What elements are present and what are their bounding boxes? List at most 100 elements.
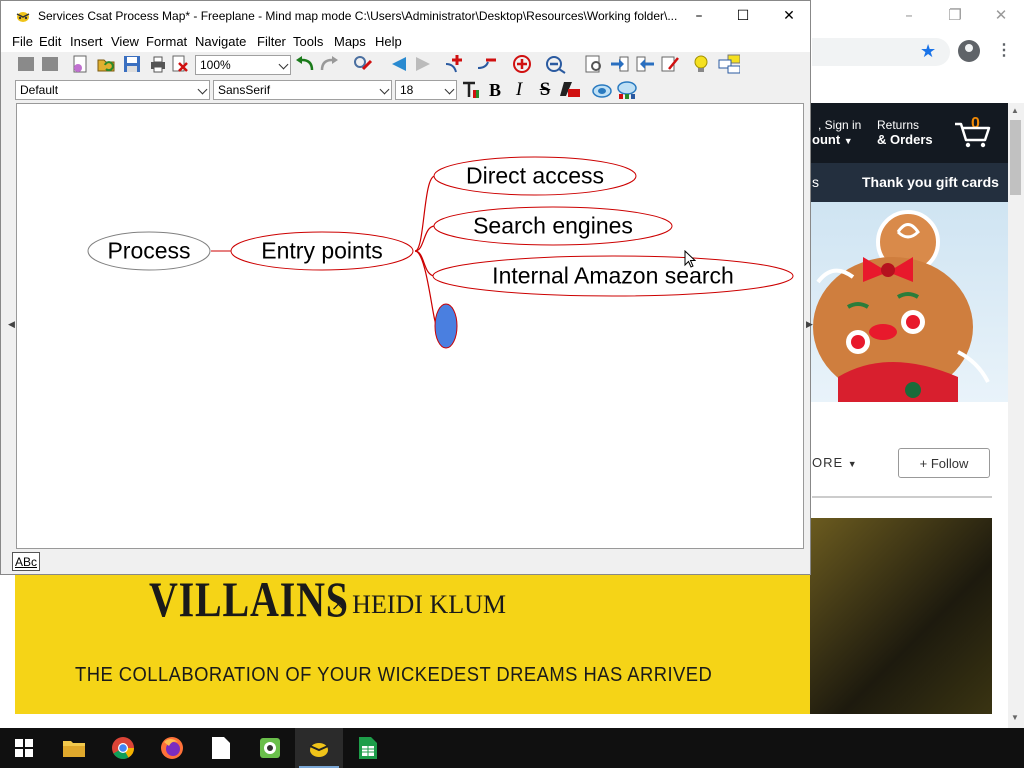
title-bar[interactable]: Services Csat Process Map* - Freeplane -… bbox=[1, 1, 810, 31]
mouse-cursor-icon bbox=[684, 250, 696, 268]
style-value: Default bbox=[20, 83, 59, 97]
menu-tools[interactable]: Tools bbox=[293, 34, 323, 49]
account-label[interactable]: ount ▼ bbox=[812, 132, 853, 147]
minimize-button[interactable]: – bbox=[676, 1, 722, 31]
remove-node-icon[interactable] bbox=[476, 53, 498, 75]
taskbar-chrome[interactable] bbox=[99, 728, 147, 768]
node-search-label[interactable]: Search engines bbox=[473, 213, 633, 240]
close-map-icon[interactable] bbox=[169, 53, 191, 75]
taskbar-spreadsheet[interactable] bbox=[344, 728, 392, 768]
fold-left-icon[interactable] bbox=[388, 53, 410, 75]
browser-restore-button[interactable]: ❐ bbox=[932, 0, 978, 30]
browser-close-button[interactable]: ✕ bbox=[978, 0, 1024, 30]
left-panel-toggle[interactable]: ◀ bbox=[8, 319, 15, 330]
edit-note-icon[interactable] bbox=[659, 53, 681, 75]
node-style-icon[interactable] bbox=[718, 53, 740, 75]
print-icon[interactable] bbox=[147, 53, 169, 75]
browser-minimize-button[interactable]: – bbox=[886, 0, 932, 30]
menu-insert[interactable]: Insert bbox=[70, 34, 103, 49]
menu-filter[interactable]: Filter bbox=[257, 34, 286, 49]
cloud-color-icon[interactable] bbox=[616, 79, 638, 101]
menu-edit[interactable]: Edit bbox=[39, 34, 61, 49]
remove-format-icon[interactable] bbox=[559, 79, 581, 101]
close-button[interactable]: ✕ bbox=[766, 1, 812, 31]
firefox-icon bbox=[161, 737, 183, 759]
page-scrollbar[interactable] bbox=[1008, 103, 1024, 728]
style-select[interactable]: Default bbox=[15, 80, 210, 100]
start-button[interactable] bbox=[0, 728, 48, 768]
taskbar-freeplane[interactable] bbox=[295, 728, 343, 768]
banner-collab: × HEIDI KLUM bbox=[331, 590, 506, 619]
forward-icon[interactable] bbox=[39, 53, 61, 75]
spell-check-icon[interactable]: ABc bbox=[12, 552, 40, 571]
menu-help[interactable]: Help bbox=[375, 34, 402, 49]
follow-button[interactable]: + Follow bbox=[898, 448, 990, 478]
add-child-node-icon[interactable] bbox=[444, 53, 466, 75]
nav-partial-link[interactable]: s bbox=[812, 174, 819, 190]
menu-view[interactable]: View bbox=[111, 34, 139, 49]
node-direct-label[interactable]: Direct access bbox=[466, 163, 604, 190]
open-icon[interactable] bbox=[95, 53, 117, 75]
edge-entry-direct bbox=[414, 175, 436, 252]
format-painter-icon[interactable] bbox=[352, 53, 374, 75]
store-more-label: ORE bbox=[812, 455, 844, 470]
export-icon[interactable] bbox=[609, 53, 631, 75]
freeplane-icon bbox=[309, 743, 329, 757]
mind-map-canvas[interactable]: Process Entry points Direct access Searc… bbox=[16, 103, 804, 549]
right-panel-toggle[interactable]: ▶ bbox=[806, 319, 813, 330]
text-color-icon[interactable] bbox=[460, 79, 482, 101]
maximize-button[interactable]: ☐ bbox=[720, 1, 766, 31]
italic-icon[interactable]: I bbox=[508, 79, 530, 101]
scroll-up-icon[interactable]: ▲ bbox=[1011, 106, 1019, 115]
node-entry-label[interactable]: Entry points bbox=[261, 238, 382, 265]
bold-icon[interactable]: B bbox=[484, 79, 506, 101]
font-size-select[interactable]: 18 bbox=[395, 80, 457, 100]
font-family-select[interactable]: SansSerif bbox=[213, 80, 392, 100]
menu-navigate[interactable]: Navigate bbox=[195, 34, 246, 49]
taskbar-app-green[interactable] bbox=[246, 728, 294, 768]
fold-right-icon[interactable] bbox=[412, 53, 434, 75]
sign-in-label[interactable]: , Sign in bbox=[818, 118, 861, 132]
save-icon[interactable] bbox=[121, 53, 143, 75]
chevron-down-icon bbox=[197, 84, 208, 95]
taskbar-file-explorer[interactable] bbox=[50, 728, 98, 768]
font-size-value: 18 bbox=[400, 83, 414, 97]
chevron-down-icon: ▼ bbox=[843, 136, 853, 146]
scroll-down-icon[interactable]: ▼ bbox=[1011, 713, 1019, 722]
menu-maps[interactable]: Maps bbox=[334, 34, 366, 49]
menu-file[interactable]: File bbox=[12, 34, 33, 49]
node-new-shape[interactable] bbox=[434, 303, 458, 349]
mind-map-graph bbox=[87, 156, 794, 349]
redo-icon[interactable] bbox=[318, 53, 340, 75]
new-map-icon[interactable] bbox=[69, 53, 91, 75]
chrome-icon bbox=[112, 737, 134, 759]
zoom-out-icon[interactable] bbox=[545, 53, 567, 75]
taskbar-notepad[interactable] bbox=[197, 728, 245, 768]
idea-lightbulb-icon[interactable] bbox=[690, 53, 712, 75]
strikethrough-icon[interactable]: S bbox=[534, 79, 556, 101]
node-root-label[interactable]: Process bbox=[107, 238, 190, 265]
profile-icon[interactable] bbox=[958, 40, 980, 62]
zoom-in-icon[interactable] bbox=[511, 53, 533, 75]
undo-icon[interactable] bbox=[294, 53, 316, 75]
import-icon[interactable] bbox=[634, 53, 656, 75]
account-label-text: ount bbox=[812, 132, 841, 147]
cloud-icon[interactable] bbox=[591, 79, 613, 101]
node-internal-label[interactable]: Internal Amazon search bbox=[492, 263, 734, 290]
menu-format[interactable]: Format bbox=[146, 34, 187, 49]
scrollbar-thumb[interactable] bbox=[1010, 120, 1021, 195]
zoom-select[interactable]: 100% bbox=[195, 55, 291, 75]
back-icon[interactable] bbox=[15, 53, 37, 75]
gift-cards-link[interactable]: Thank you gift cards bbox=[862, 174, 999, 190]
store-more-menu[interactable]: ORE ▼ bbox=[812, 455, 858, 470]
edge-entry-new bbox=[414, 250, 438, 327]
font-value: SansSerif bbox=[218, 83, 271, 97]
browser-menu-icon[interactable]: ⋮ bbox=[996, 40, 1012, 60]
window-title: Services Csat Process Map* - Freeplane -… bbox=[38, 9, 678, 23]
cart-icon[interactable] bbox=[953, 118, 993, 148]
find-icon[interactable] bbox=[583, 53, 605, 75]
taskbar-firefox[interactable] bbox=[148, 728, 196, 768]
bookmark-star-icon[interactable]: ★ bbox=[920, 41, 936, 62]
returns-label[interactable]: Returns bbox=[877, 118, 919, 132]
orders-label[interactable]: & Orders bbox=[877, 132, 933, 147]
